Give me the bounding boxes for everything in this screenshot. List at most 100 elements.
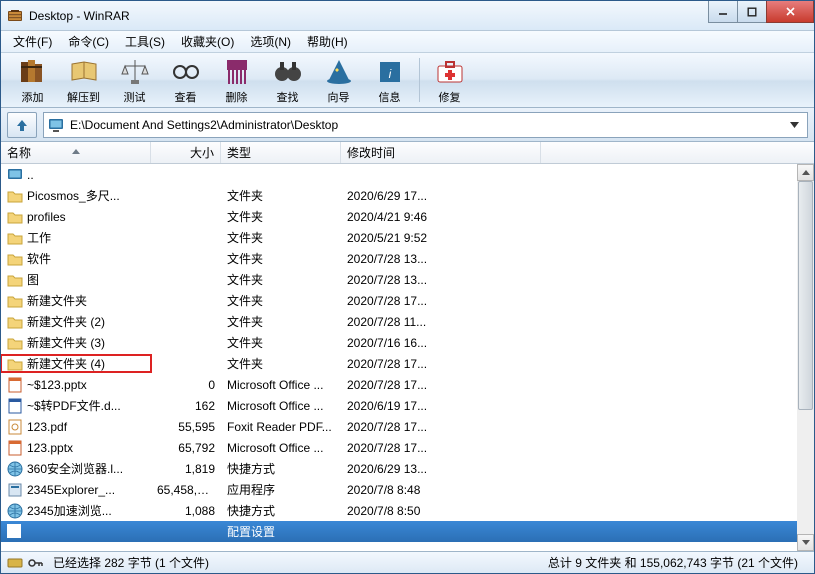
titlebar[interactable]: Desktop - WinRAR [1,1,814,31]
vertical-scrollbar[interactable] [797,164,814,551]
partial-selected-row[interactable]: 配置设置 [1,521,797,542]
file-type: Microsoft Office ... [221,399,341,413]
folder-icon [7,188,23,204]
menubar: 文件(F) 命令(C) 工具(S) 收藏夹(O) 选项(N) 帮助(H) [1,31,814,53]
table-row[interactable]: profiles文件夹2020/4/21 9:46 [1,206,797,227]
monitor-icon [48,117,64,133]
status-left: 已经选择 282 字节 (1 个文件) [53,554,209,571]
table-row[interactable]: ~$转PDF文件.d... 162Microsoft Office ...2020… [1,395,797,416]
close-button[interactable] [766,1,814,23]
file-name: 123.pdf [27,420,67,434]
scroll-up-button[interactable] [797,164,814,181]
file-date: 2020/7/28 13... [341,273,541,287]
minimize-button[interactable] [708,1,738,23]
tool-extract[interactable]: 解压到 [58,55,109,105]
file-size: 0 [151,378,221,392]
table-row[interactable]: 软件文件夹2020/7/28 13... [1,248,797,269]
config-icon [7,524,23,540]
file-size: 162 [151,399,221,413]
status-right: 总计 9 文件夹 和 155,062,743 字节 (21 个文件) [548,554,808,571]
file-name: 图 [27,271,39,288]
file-type: 文件夹 [221,313,341,330]
table-row[interactable]: 新建文件夹 (3)文件夹2020/7/16 16... [1,332,797,353]
file-size: 1,819 [151,462,221,476]
file-date: 2020/7/28 17... [341,294,541,308]
tool-repair[interactable]: 修复 [424,55,475,105]
winrar-window: Desktop - WinRAR 文件(F) 命令(C) 工具(S) 收藏夹(O… [0,0,815,574]
balance-icon [119,56,151,88]
maximize-button[interactable] [737,1,767,23]
file-name: Picosmos_多尺... [27,187,120,204]
up-button[interactable] [7,112,37,138]
table-row[interactable]: 新建文件夹 文件夹2020/7/28 17... [1,290,797,311]
scroll-thumb[interactable] [798,181,813,410]
file-name: 新建文件夹 (4) [27,355,105,372]
file-date: 2020/6/19 17... [341,399,541,413]
file-name: .. [27,168,34,182]
window-controls [709,1,814,23]
file-name: 360安全浏览器.l... [27,460,123,477]
column-date[interactable]: 修改时间 [341,142,541,163]
tool-info[interactable]: i信息 [364,55,415,105]
table-row[interactable]: 2345加速浏览...1,088快捷方式2020/7/8 8:50 [1,500,797,521]
scroll-track[interactable] [797,181,814,534]
statusbar: 已经选择 282 字节 (1 个文件) 总计 9 文件夹 和 155,062,7… [1,551,814,573]
address-field[interactable]: E:\Document And Settings2\Administrator\… [43,112,808,138]
folder-icon [7,209,23,225]
table-row[interactable]: 图文件夹2020/7/28 13... [1,269,797,290]
menu-commands[interactable]: 命令(C) [60,31,117,52]
file-type: 快捷方式 [221,460,341,477]
file-type: 应用程序 [221,481,341,498]
table-row[interactable]: 2345Explorer_...65,458,424应用程序2020/7/8 8… [1,479,797,500]
web-icon [7,503,23,519]
scroll-down-button[interactable] [797,534,814,551]
pdf-icon [7,419,23,435]
binoculars-icon [272,56,304,88]
toolbar-separator [419,58,420,102]
menu-tools[interactable]: 工具(S) [117,31,173,52]
menu-file[interactable]: 文件(F) [5,31,60,52]
tool-delete[interactable]: 删除 [211,55,262,105]
table-row[interactable]: 新建文件夹 (2)文件夹2020/7/28 11... [1,311,797,332]
column-type[interactable]: 类型 [221,142,341,163]
svg-text:i: i [388,67,391,81]
table-row[interactable]: .. [1,164,797,185]
table-row[interactable]: ~$123.pptx0Microsoft Office ...2020/7/28… [1,374,797,395]
file-name: ~$转PDF文件.d... [27,397,121,414]
file-type: 文件夹 [221,229,341,246]
table-row[interactable]: Picosmos_多尺...文件夹2020/6/29 17... [1,185,797,206]
open-book-icon [68,56,100,88]
docx-icon [7,398,23,414]
file-date: 2020/7/8 8:48 [341,483,541,497]
column-name[interactable]: 名称 [1,142,151,163]
file-date: 2020/7/28 17... [341,420,541,434]
column-size[interactable]: 大小 [151,142,221,163]
menu-help[interactable]: 帮助(H) [299,31,356,52]
file-name: 新建文件夹 [27,292,87,309]
table-row[interactable]: 工作文件夹2020/5/21 9:52 [1,227,797,248]
addressbar: E:\Document And Settings2\Administrator\… [1,108,814,142]
file-type: 文件夹 [221,187,341,204]
file-date: 2020/7/8 8:50 [341,504,541,518]
status-icons [7,557,43,569]
file-date: 2020/7/28 17... [341,357,541,371]
table-row[interactable]: 123.pptx65,792Microsoft Office ...2020/7… [1,437,797,458]
address-dropdown[interactable] [785,113,803,137]
toolbar: 添加 解压到 测试 查看 删除 查找 向导 i信息 修复 [1,53,814,108]
menu-favorites[interactable]: 收藏夹(O) [173,31,242,52]
file-name: 软件 [27,250,51,267]
table-row[interactable]: 123.pdf55,595Foxit Reader PDF...2020/7/2… [1,416,797,437]
table-row[interactable]: 新建文件夹 (4)文件夹2020/7/28 17... [1,353,797,374]
tool-view[interactable]: 查看 [160,55,211,105]
folder-icon [7,230,23,246]
tool-test[interactable]: 测试 [109,55,160,105]
tool-add[interactable]: 添加 [7,55,58,105]
table-row[interactable]: 360安全浏览器.l...1,819快捷方式2020/6/29 13... [1,458,797,479]
file-type: 文件夹 [221,292,341,309]
file-date: 2020/7/16 16... [341,336,541,350]
file-size: 65,458,424 [151,483,221,497]
tool-find[interactable]: 查找 [262,55,313,105]
tool-wizard[interactable]: 向导 [313,55,364,105]
menu-options[interactable]: 选项(N) [242,31,299,52]
file-name: 新建文件夹 (2) [27,313,105,330]
